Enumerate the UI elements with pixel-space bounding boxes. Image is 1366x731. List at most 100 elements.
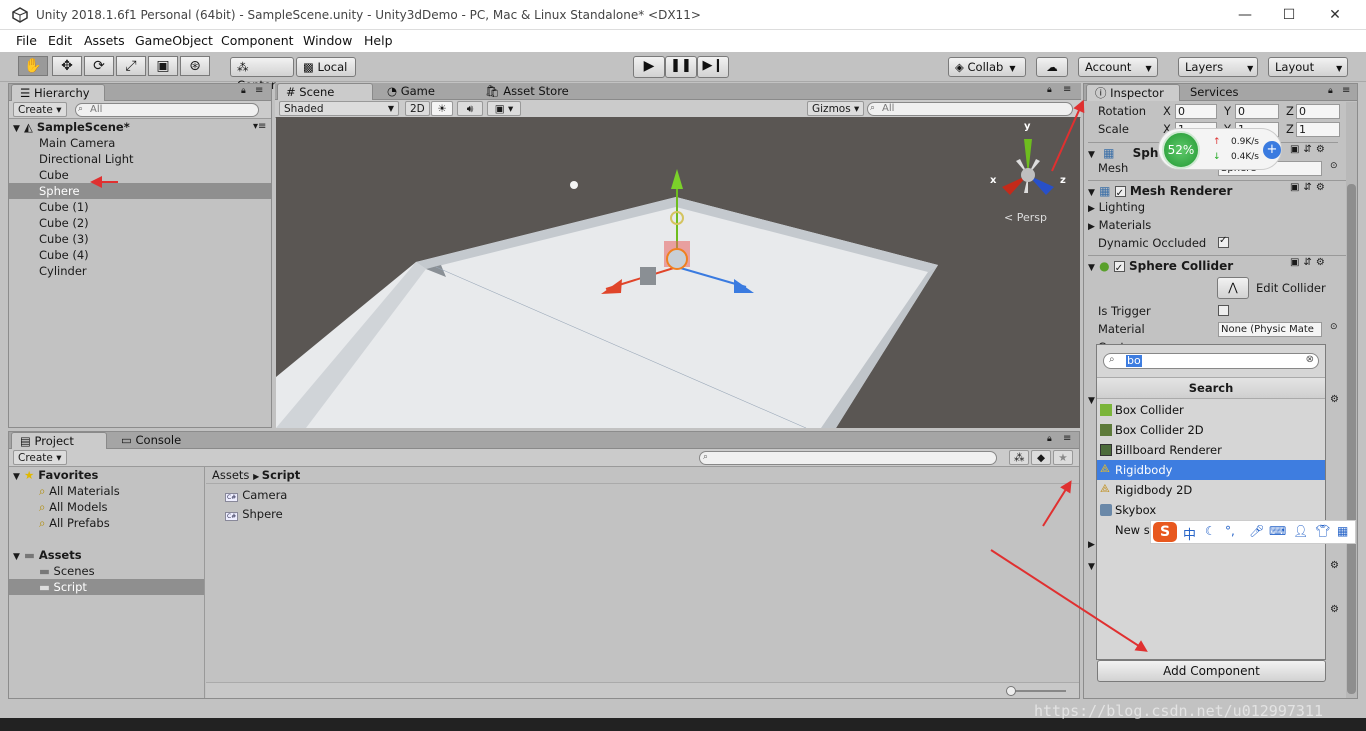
tab-console[interactable]: ▭ Console bbox=[113, 432, 197, 449]
scene-viewport[interactable]: y x z < Persp bbox=[276, 117, 1080, 428]
add-component-button[interactable]: Add Component bbox=[1097, 660, 1326, 682]
scene-root-row[interactable]: ▼ ◭ SampleScene* ▾≡ bbox=[9, 119, 271, 135]
help-icon[interactable]: ▣ bbox=[1290, 257, 1303, 268]
sphere-collider-enabled-checkbox[interactable] bbox=[1113, 259, 1125, 279]
space-local-button[interactable]: ▩ Local bbox=[296, 57, 356, 77]
menu-window[interactable]: Window bbox=[303, 33, 352, 48]
account-dropdown[interactable]: Account ▼ bbox=[1078, 57, 1158, 77]
scene-search-input[interactable]: All bbox=[867, 102, 1073, 116]
user-icon[interactable]: 👤︎ bbox=[1293, 524, 1308, 538]
help-icon[interactable]: ▣ bbox=[1290, 144, 1303, 155]
hierarchy-item[interactable]: Cube (3) bbox=[9, 231, 271, 247]
hierarchy-item[interactable]: Directional Light bbox=[9, 151, 271, 167]
lock-icon[interactable]: 🔒︎ bbox=[241, 86, 246, 96]
tab-hierarchy[interactable]: ☰ Hierarchy bbox=[11, 84, 105, 101]
menu-edit[interactable]: Edit bbox=[48, 33, 72, 48]
tab-inspector[interactable]: ⓘ Inspector bbox=[1086, 84, 1180, 101]
edit-collider-button[interactable]: ⋀ bbox=[1217, 277, 1249, 299]
tab-asset-store[interactable]: 🛍︎ Asset Store bbox=[477, 83, 587, 100]
component-search-input[interactable]: ⌕ bo ⊗ bbox=[1103, 353, 1319, 369]
file-item[interactable]: C# Camera bbox=[225, 487, 287, 506]
component-result-item[interactable]: Box Collider 2D bbox=[1097, 420, 1325, 440]
preset-icon[interactable]: ⇵ bbox=[1303, 182, 1315, 193]
menu-help[interactable]: Help bbox=[364, 33, 393, 48]
panel-menu-icon[interactable]: ≡ bbox=[255, 85, 263, 96]
hierarchy-item[interactable]: Cylinder bbox=[9, 263, 271, 279]
menu-file[interactable]: File bbox=[16, 33, 37, 48]
add-icon[interactable]: + bbox=[1263, 141, 1281, 159]
cube-object[interactable] bbox=[640, 267, 656, 285]
materials-foldout[interactable]: ▶ Materials bbox=[1088, 216, 1151, 236]
file-item[interactable]: C# Shpere bbox=[225, 506, 287, 525]
inspector-scrollbar[interactable] bbox=[1346, 102, 1357, 698]
projection-label[interactable]: < Persp bbox=[1004, 211, 1047, 224]
filter-type-icon[interactable]: ⁂ bbox=[1009, 450, 1029, 465]
object-picker-icon[interactable]: ⊙ bbox=[1330, 322, 1338, 332]
gizmos-dropdown[interactable]: Gizmos ▾ bbox=[807, 101, 865, 116]
component-icons[interactable]: ▣⇵⚙ bbox=[1290, 144, 1329, 155]
clear-search-icon[interactable]: ⊗ bbox=[1306, 354, 1314, 365]
scale-tool-icon[interactable]: ⤢ bbox=[116, 56, 146, 76]
maximize-button[interactable]: ☐ bbox=[1274, 4, 1304, 26]
tab-project[interactable]: ▤ Project bbox=[11, 432, 107, 449]
triangle-down-icon[interactable]: ▼ bbox=[1088, 562, 1095, 572]
folder-item-selected[interactable]: ▬ Script bbox=[9, 579, 204, 595]
scale-z-field[interactable]: 1 bbox=[1296, 122, 1340, 137]
component-icons[interactable]: ▣⇵⚙ bbox=[1290, 257, 1329, 268]
component-result-item[interactable]: ⟁ Rigidbody 2D bbox=[1097, 480, 1325, 500]
component-result-item[interactable]: Skybox bbox=[1097, 500, 1325, 520]
panel-menu-icon[interactable]: ≡ bbox=[1342, 85, 1350, 96]
favorites-header[interactable]: ▼ ★ Favorites bbox=[9, 467, 204, 483]
punctuation-icon[interactable]: °, bbox=[1225, 524, 1235, 538]
shirt-icon[interactable]: 👕︎ bbox=[1315, 524, 1330, 538]
audio-toggle-icon[interactable]: 🔊︎ bbox=[457, 101, 483, 116]
effects-dropdown-icon[interactable]: ▣ ▾ bbox=[487, 101, 521, 116]
gear-icon[interactable]: ⚙ bbox=[1316, 144, 1329, 155]
rotation-y-field[interactable]: 0 bbox=[1235, 104, 1279, 119]
hierarchy-search-input[interactable]: All bbox=[75, 103, 259, 117]
material-field[interactable]: None (Physic Mate bbox=[1218, 322, 1322, 337]
apps-grid-icon[interactable]: ▦ bbox=[1337, 524, 1348, 538]
preset-icon[interactable]: ⇵ bbox=[1303, 257, 1315, 268]
move-tool-icon[interactable]: ✥ bbox=[52, 56, 82, 76]
dynamic-occluded-checkbox[interactable] bbox=[1218, 235, 1229, 248]
panel-menu-icon[interactable]: ≡ bbox=[1063, 84, 1071, 95]
project-search-input[interactable] bbox=[699, 451, 997, 465]
keyboard-icon[interactable]: ⌨ bbox=[1269, 524, 1286, 538]
lighting-toggle-icon[interactable]: ☀ bbox=[431, 101, 453, 116]
hierarchy-item[interactable]: Main Camera bbox=[9, 135, 271, 151]
close-button[interactable]: ✕ bbox=[1320, 4, 1350, 26]
triangle-right-icon[interactable]: ▶ bbox=[1088, 540, 1095, 550]
hierarchy-create-button[interactable]: Create ▾ bbox=[13, 102, 67, 117]
filter-label-icon[interactable]: ◆ bbox=[1031, 450, 1051, 465]
menu-gameobject[interactable]: GameObject bbox=[135, 33, 213, 48]
favorite-item[interactable]: ⌕ All Materials bbox=[9, 483, 204, 499]
rect-tool-icon[interactable]: ▣ bbox=[148, 56, 178, 76]
play-button[interactable]: ▶ bbox=[633, 56, 665, 78]
lock-icon[interactable]: 🔒︎ bbox=[1047, 434, 1052, 444]
y-axis-arrow-icon[interactable] bbox=[671, 169, 683, 189]
menu-assets[interactable]: Assets bbox=[84, 33, 125, 48]
scrollbar-thumb[interactable] bbox=[1347, 184, 1356, 694]
gear-icon[interactable]: ⚙ bbox=[1316, 182, 1329, 193]
step-button[interactable]: ▶❙ bbox=[697, 56, 729, 78]
component-icons[interactable]: ▣⇵⚙ bbox=[1290, 182, 1329, 193]
menu-component[interactable]: Component bbox=[221, 33, 294, 48]
layers-dropdown[interactable]: Layers ▼ bbox=[1178, 57, 1258, 77]
hierarchy-item[interactable]: Cube (1) bbox=[9, 199, 271, 215]
project-create-button[interactable]: Create ▾ bbox=[13, 450, 67, 465]
2d-toggle[interactable]: 2D bbox=[405, 101, 430, 116]
hierarchy-item[interactable]: Cube (4) bbox=[9, 247, 271, 263]
component-result-item[interactable]: Box Collider bbox=[1097, 400, 1325, 420]
network-speed-widget[interactable]: 52% ↑ 0.9K/s ↓ 0.4K/s + bbox=[1158, 128, 1282, 170]
gear-icon[interactable]: ⚙ bbox=[1330, 560, 1339, 571]
favorite-star-icon[interactable]: ★ bbox=[1053, 450, 1073, 465]
rotation-x-field[interactable]: 0 bbox=[1175, 104, 1217, 119]
is-trigger-checkbox[interactable] bbox=[1218, 305, 1229, 316]
tab-game[interactable]: ◔ Game bbox=[379, 83, 459, 100]
tab-scene[interactable]: # Scene bbox=[277, 83, 373, 100]
lock-icon[interactable]: 🔒︎ bbox=[1047, 85, 1052, 95]
sphere-object[interactable] bbox=[666, 248, 688, 270]
ime-language-toggle[interactable]: 中 bbox=[1183, 524, 1196, 543]
pause-button[interactable]: ❚❚ bbox=[665, 56, 697, 78]
